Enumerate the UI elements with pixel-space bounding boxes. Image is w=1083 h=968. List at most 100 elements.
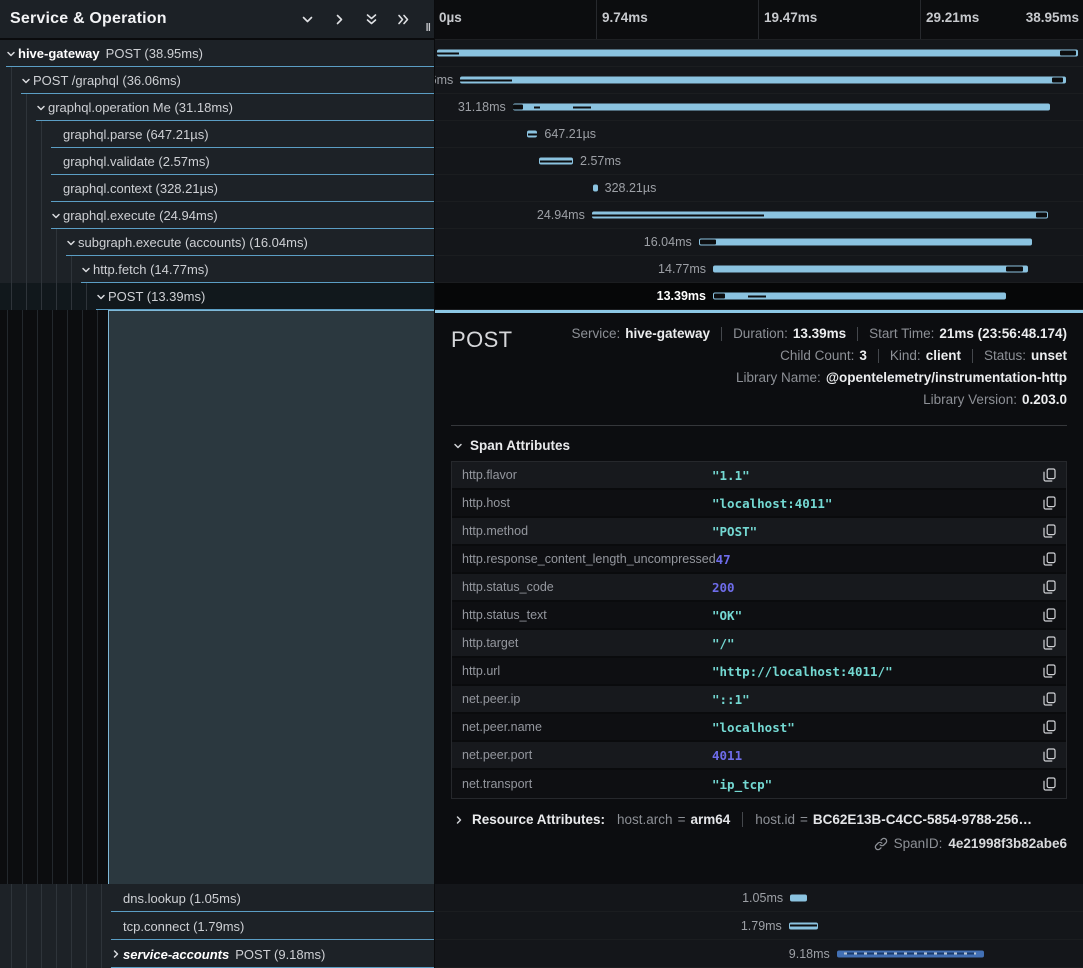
span-row-graphql-parse[interactable]: graphql.parse (647.21µs) 647.21µs [0,121,1083,148]
span-bar-cell[interactable]: 328.21µs [435,175,1083,202]
detail-divider [451,425,1067,426]
attribute-row: net.peer.ip "::1" [452,686,1066,714]
span-bar-cell[interactable]: 36.06ms [435,67,1083,94]
chevron-down-icon[interactable] [94,292,108,302]
span-bar-cell[interactable]: 1.05ms [435,884,1083,912]
copy-icon[interactable] [1043,777,1056,791]
span-row-dns-lookup[interactable]: dns.lookup (1.05ms) 1.05ms [0,884,1083,912]
span-tree-cell[interactable]: graphql.execute (24.94ms) [0,202,435,229]
span-bar-cell[interactable]: 38.95ms [435,40,1083,67]
span-duration-label: 36.06ms [435,73,453,87]
chevron-down-icon[interactable] [64,238,78,248]
span-bar[interactable] [713,266,1028,273]
span-tree-cell[interactable]: service-accounts POST (9.18ms) [0,940,435,968]
span-row-service-accounts-post[interactable]: service-accounts POST (9.18ms) 9.18ms [0,940,1083,968]
chevron-down-icon[interactable] [34,103,48,113]
copy-icon[interactable] [1043,720,1056,734]
chevron-down-icon[interactable] [19,76,33,86]
meta-child-count-label: Child Count: [780,345,854,367]
span-row-graphql-operation-me[interactable]: graphql.operation Me (31.18ms) 31.18ms [0,94,1083,121]
copy-icon[interactable] [1043,552,1056,566]
double-chevron-right-icon[interactable] [396,12,411,27]
chevron-down-icon[interactable] [4,49,18,59]
span-bar-cell[interactable]: 31.18ms [435,94,1083,121]
span-tree-cell[interactable]: tcp.connect (1.79ms) [0,912,435,940]
span-tree-cell[interactable]: dns.lookup (1.05ms) [0,884,435,912]
span-duration-label: 1.79ms [741,919,782,933]
copy-icon[interactable] [1043,524,1056,538]
span-bar-cell[interactable]: 647.21µs [435,121,1083,148]
span-tree-cell[interactable]: http.fetch (14.77ms) [0,256,435,283]
span-row-subgraph-execute[interactable]: subgraph.execute (accounts) (16.04ms) 16… [0,229,1083,256]
span-bar[interactable] [789,922,818,929]
span-tree-cell[interactable]: graphql.validate (2.57ms) [0,148,435,175]
span-bar[interactable] [460,77,1066,84]
attribute-value: "ip_tcp" [712,777,772,792]
span-row-tcp-connect[interactable]: tcp.connect (1.79ms) 1.79ms [0,912,1083,940]
span-bar[interactable] [713,293,1006,300]
span-duration-label: 24.94ms [537,208,585,222]
attribute-row: net.peer.port 4011 [452,742,1066,770]
span-bar[interactable] [699,239,1032,246]
span-bar-cell[interactable]: 9.18ms [435,940,1083,968]
copy-icon[interactable] [1043,748,1056,762]
span-bar[interactable] [592,212,1048,219]
span-tree-cell[interactable]: subgraph.execute (accounts) (16.04ms) [0,229,435,256]
double-chevron-down-icon[interactable] [364,12,379,27]
span-row-post-graphql[interactable]: POST /graphql (36.06ms) 36.06ms [0,67,1083,94]
panel-divider[interactable] [434,0,435,968]
span-bar[interactable] [790,894,807,901]
span-tree-cell[interactable]: POST /graphql (36.06ms) [0,67,435,94]
span-bar[interactable] [437,50,1079,57]
span-bar-cell[interactable]: 13.39ms [435,283,1083,310]
span-tree-cell[interactable]: hive-gateway POST (38.95ms) [0,40,435,67]
indent-guides [4,175,49,202]
span-row-http-fetch[interactable]: http.fetch (14.77ms) 14.77ms [0,256,1083,283]
chevron-down-icon[interactable] [49,211,63,221]
span-tree-cell[interactable]: graphql.parse (647.21µs) [0,121,435,148]
span-bar-cell[interactable]: 2.57ms [435,148,1083,175]
span-bar[interactable] [513,104,1050,111]
attribute-row: http.target "/" [452,630,1066,658]
copy-icon[interactable] [1043,636,1056,650]
attribute-key: http.status_code [462,580,712,594]
span-bar[interactable] [527,131,537,138]
span-attributes-table: http.flavor "1.1" http.host "localhost:4… [451,461,1067,799]
span-bar[interactable] [593,185,598,192]
chevron-down-icon[interactable] [300,12,315,27]
span-tree-cell[interactable]: graphql.operation Me (31.18ms) [0,94,435,121]
chevron-down-icon[interactable] [79,265,93,275]
span-detail-title: POST [451,327,513,353]
span-row-hive-gateway-post[interactable]: hive-gateway POST (38.95ms) 38.95ms [0,40,1083,67]
span-bar-cell[interactable]: 16.04ms [435,229,1083,256]
panel-resize-handle[interactable]: ‖ [426,22,432,34]
span-bar-cell[interactable]: 1.79ms [435,912,1083,940]
chevron-right-icon[interactable] [109,949,123,959]
indent-guides [4,94,34,121]
span-duration-label: 13.39ms [657,289,706,303]
span-attributes-toggle[interactable]: Span Attributes [453,438,1067,453]
span-bar-cell[interactable]: 24.94ms [435,202,1083,229]
resource-attributes-toggle[interactable]: Resource Attributes: host.arch = arm64 h… [451,812,1067,827]
span-bar[interactable] [539,158,573,165]
span-row-graphql-execute[interactable]: graphql.execute (24.94ms) 24.94ms [0,202,1083,229]
meta-duration-value: 13.39ms [793,323,846,345]
chevron-right-icon[interactable] [332,12,347,27]
copy-icon[interactable] [1043,468,1056,482]
span-tree-cell[interactable]: POST (13.39ms) [0,283,435,310]
span-tree-cell[interactable]: graphql.context (328.21µs) [0,175,435,202]
detail-row-indent-strip [0,310,108,884]
copy-icon[interactable] [1043,692,1056,706]
span-row-post-selected[interactable]: POST (13.39ms) 13.39ms [0,283,1083,310]
link-icon[interactable] [874,837,888,851]
copy-icon[interactable] [1043,496,1056,510]
copy-icon[interactable] [1043,580,1056,594]
copy-icon[interactable] [1043,664,1056,678]
copy-icon[interactable] [1043,608,1056,622]
span-bar-cell[interactable]: 14.77ms [435,256,1083,283]
span-bar[interactable] [837,950,984,957]
span-row-graphql-validate[interactable]: graphql.validate (2.57ms) 2.57ms [0,148,1083,175]
span-row-graphql-context[interactable]: graphql.context (328.21µs) 328.21µs [0,175,1083,202]
meta-status-label: Status: [984,345,1026,367]
timeline-ruler[interactable]: 0µs 9.74ms 19.47ms 29.21ms 38.95ms [435,0,1083,40]
